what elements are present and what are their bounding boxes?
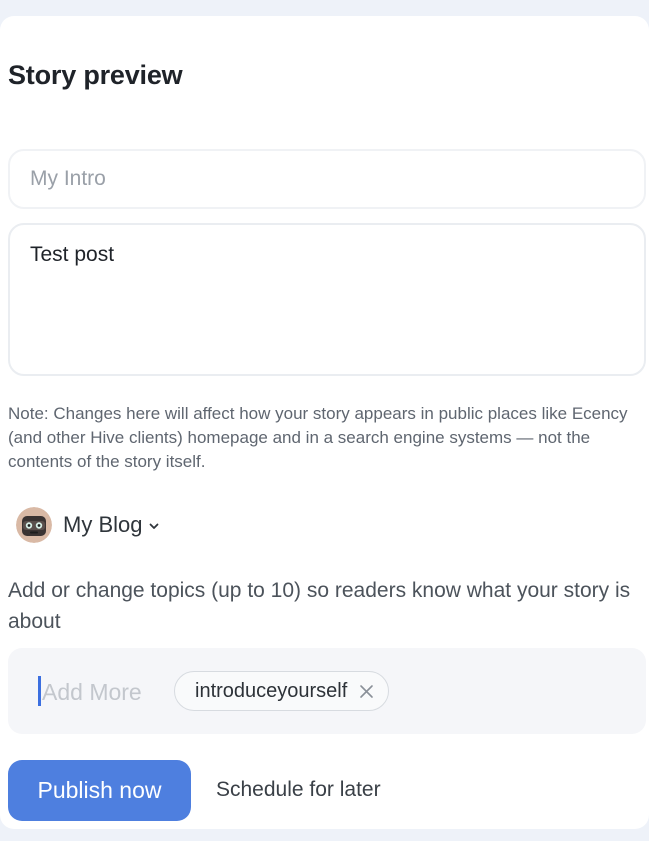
tags-input-box[interactable]: introduceyourself — [8, 648, 646, 734]
publish-button[interactable]: Publish now — [8, 760, 191, 821]
chevron-down-icon — [148, 519, 160, 531]
close-icon[interactable] — [359, 684, 374, 699]
page-title: Story preview — [8, 60, 183, 90]
topics-help-text: Add or change topics (up to 10) so reade… — [8, 579, 631, 633]
preview-note: Note: Changes here will affect how your … — [8, 404, 628, 471]
description-textarea[interactable]: Test post — [8, 223, 646, 376]
tag-chip: introduceyourself — [174, 671, 390, 711]
intro-input[interactable] — [8, 149, 646, 209]
avatar — [16, 507, 52, 543]
tag-label: introduceyourself — [195, 679, 348, 702]
schedule-button[interactable]: Schedule for later — [216, 778, 381, 802]
community-label: My Blog — [63, 512, 143, 537]
community-selector[interactable]: My Blog — [16, 506, 160, 544]
text-cursor — [38, 676, 41, 706]
story-preview-card: Story preview Test post Note: Changes he… — [0, 16, 649, 829]
add-tag-input[interactable] — [42, 676, 172, 708]
